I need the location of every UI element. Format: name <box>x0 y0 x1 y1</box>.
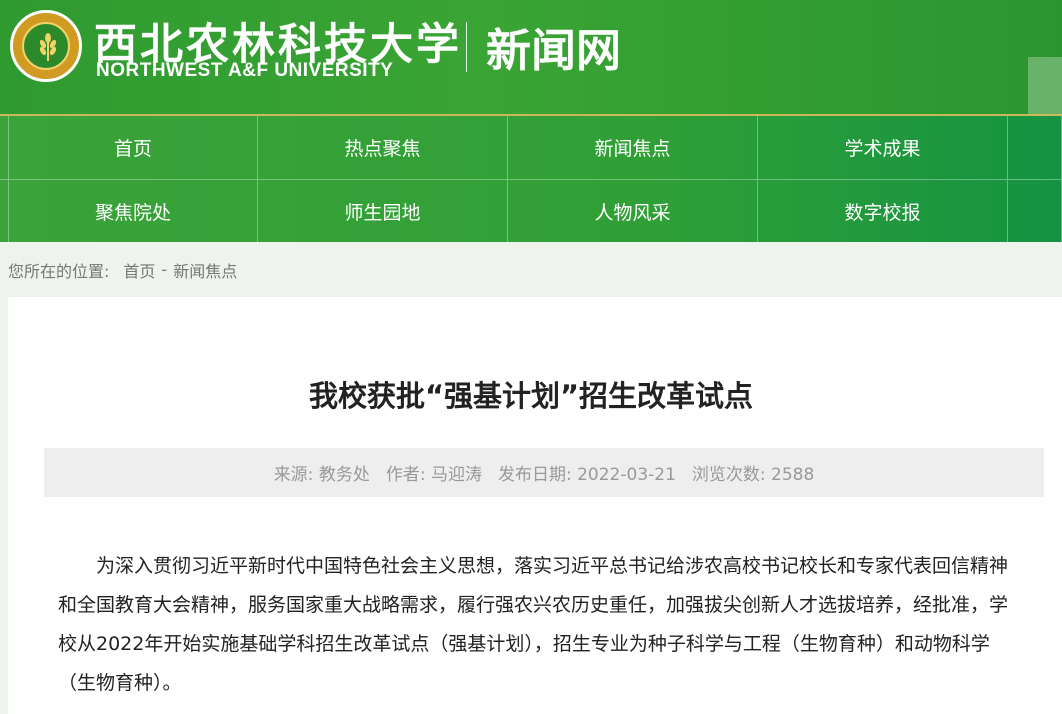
nav-item-academic[interactable]: 学术成果 <box>758 116 1008 179</box>
nav-row-1: 首页 热点聚焦 新闻焦点 学术成果 <box>0 116 1062 179</box>
nav-item-hot-focus[interactable]: 热点聚焦 <box>258 116 508 179</box>
article-title: 我校获批“强基计划”招生改革试点 <box>308 379 754 413</box>
article-container: 我校获批“强基计划”招生改革试点 来源: 教务处 作者: 马迎涛 发布日期: 2… <box>8 297 1062 714</box>
wheat-icon <box>39 33 57 61</box>
nav-row-2: 聚焦院处 师生园地 人物风采 数字校报 <box>0 179 1062 243</box>
meta-views: 浏览次数: 2588 <box>691 465 815 485</box>
university-name-en[interactable]: NORTHWEST A&F UNIVERSITY <box>96 60 393 82</box>
breadcrumb-home-link[interactable]: 首页 <box>123 258 155 282</box>
university-seal-logo[interactable] <box>10 10 82 82</box>
header-divider <box>466 22 467 72</box>
site-header: 西北农林科技大学 NORTHWEST A&F UNIVERSITY 新闻网 <box>0 0 1062 116</box>
main-nav: 首页 热点聚焦 新闻焦点 学术成果 聚焦院处 师生园地 人物风采 数字校报 <box>0 116 1062 243</box>
breadcrumb-separator: - <box>161 260 168 279</box>
nav-item-home[interactable]: 首页 <box>8 116 258 179</box>
site-name[interactable]: 新闻网 <box>486 14 621 79</box>
nav-item-campus-life[interactable]: 师生园地 <box>258 180 508 243</box>
article-meta: 来源: 教务处 作者: 马迎涛 发布日期: 2022-03-21 浏览次数: 2… <box>44 448 1044 497</box>
breadcrumb: 您所在的位置: 首页 - 新闻焦点 <box>0 242 1062 297</box>
nav-item-people[interactable]: 人物风采 <box>508 180 758 243</box>
nav-item-news-focus[interactable]: 新闻焦点 <box>508 116 758 179</box>
nav-item-more-2[interactable] <box>1008 180 1062 243</box>
article-paragraph: 为深入贯彻习近平新时代中国特色社会主义思想，落实习近平总书记给涉农高校书记校长和… <box>58 555 1009 694</box>
meta-date: 发布日期: 2022-03-21 <box>497 465 676 485</box>
breadcrumb-current-link[interactable]: 新闻焦点 <box>173 258 237 282</box>
meta-author: 作者: 马迎涛 <box>385 465 482 485</box>
meta-source: 来源: 教务处 <box>273 465 370 485</box>
nav-item-more[interactable] <box>1008 116 1062 179</box>
breadcrumb-lead: 您所在的位置: <box>8 261 110 281</box>
nav-item-departments[interactable]: 聚焦院处 <box>8 180 258 243</box>
nav-item-digital-paper[interactable]: 数字校报 <box>758 180 1008 243</box>
side-tab[interactable] <box>1028 57 1062 114</box>
